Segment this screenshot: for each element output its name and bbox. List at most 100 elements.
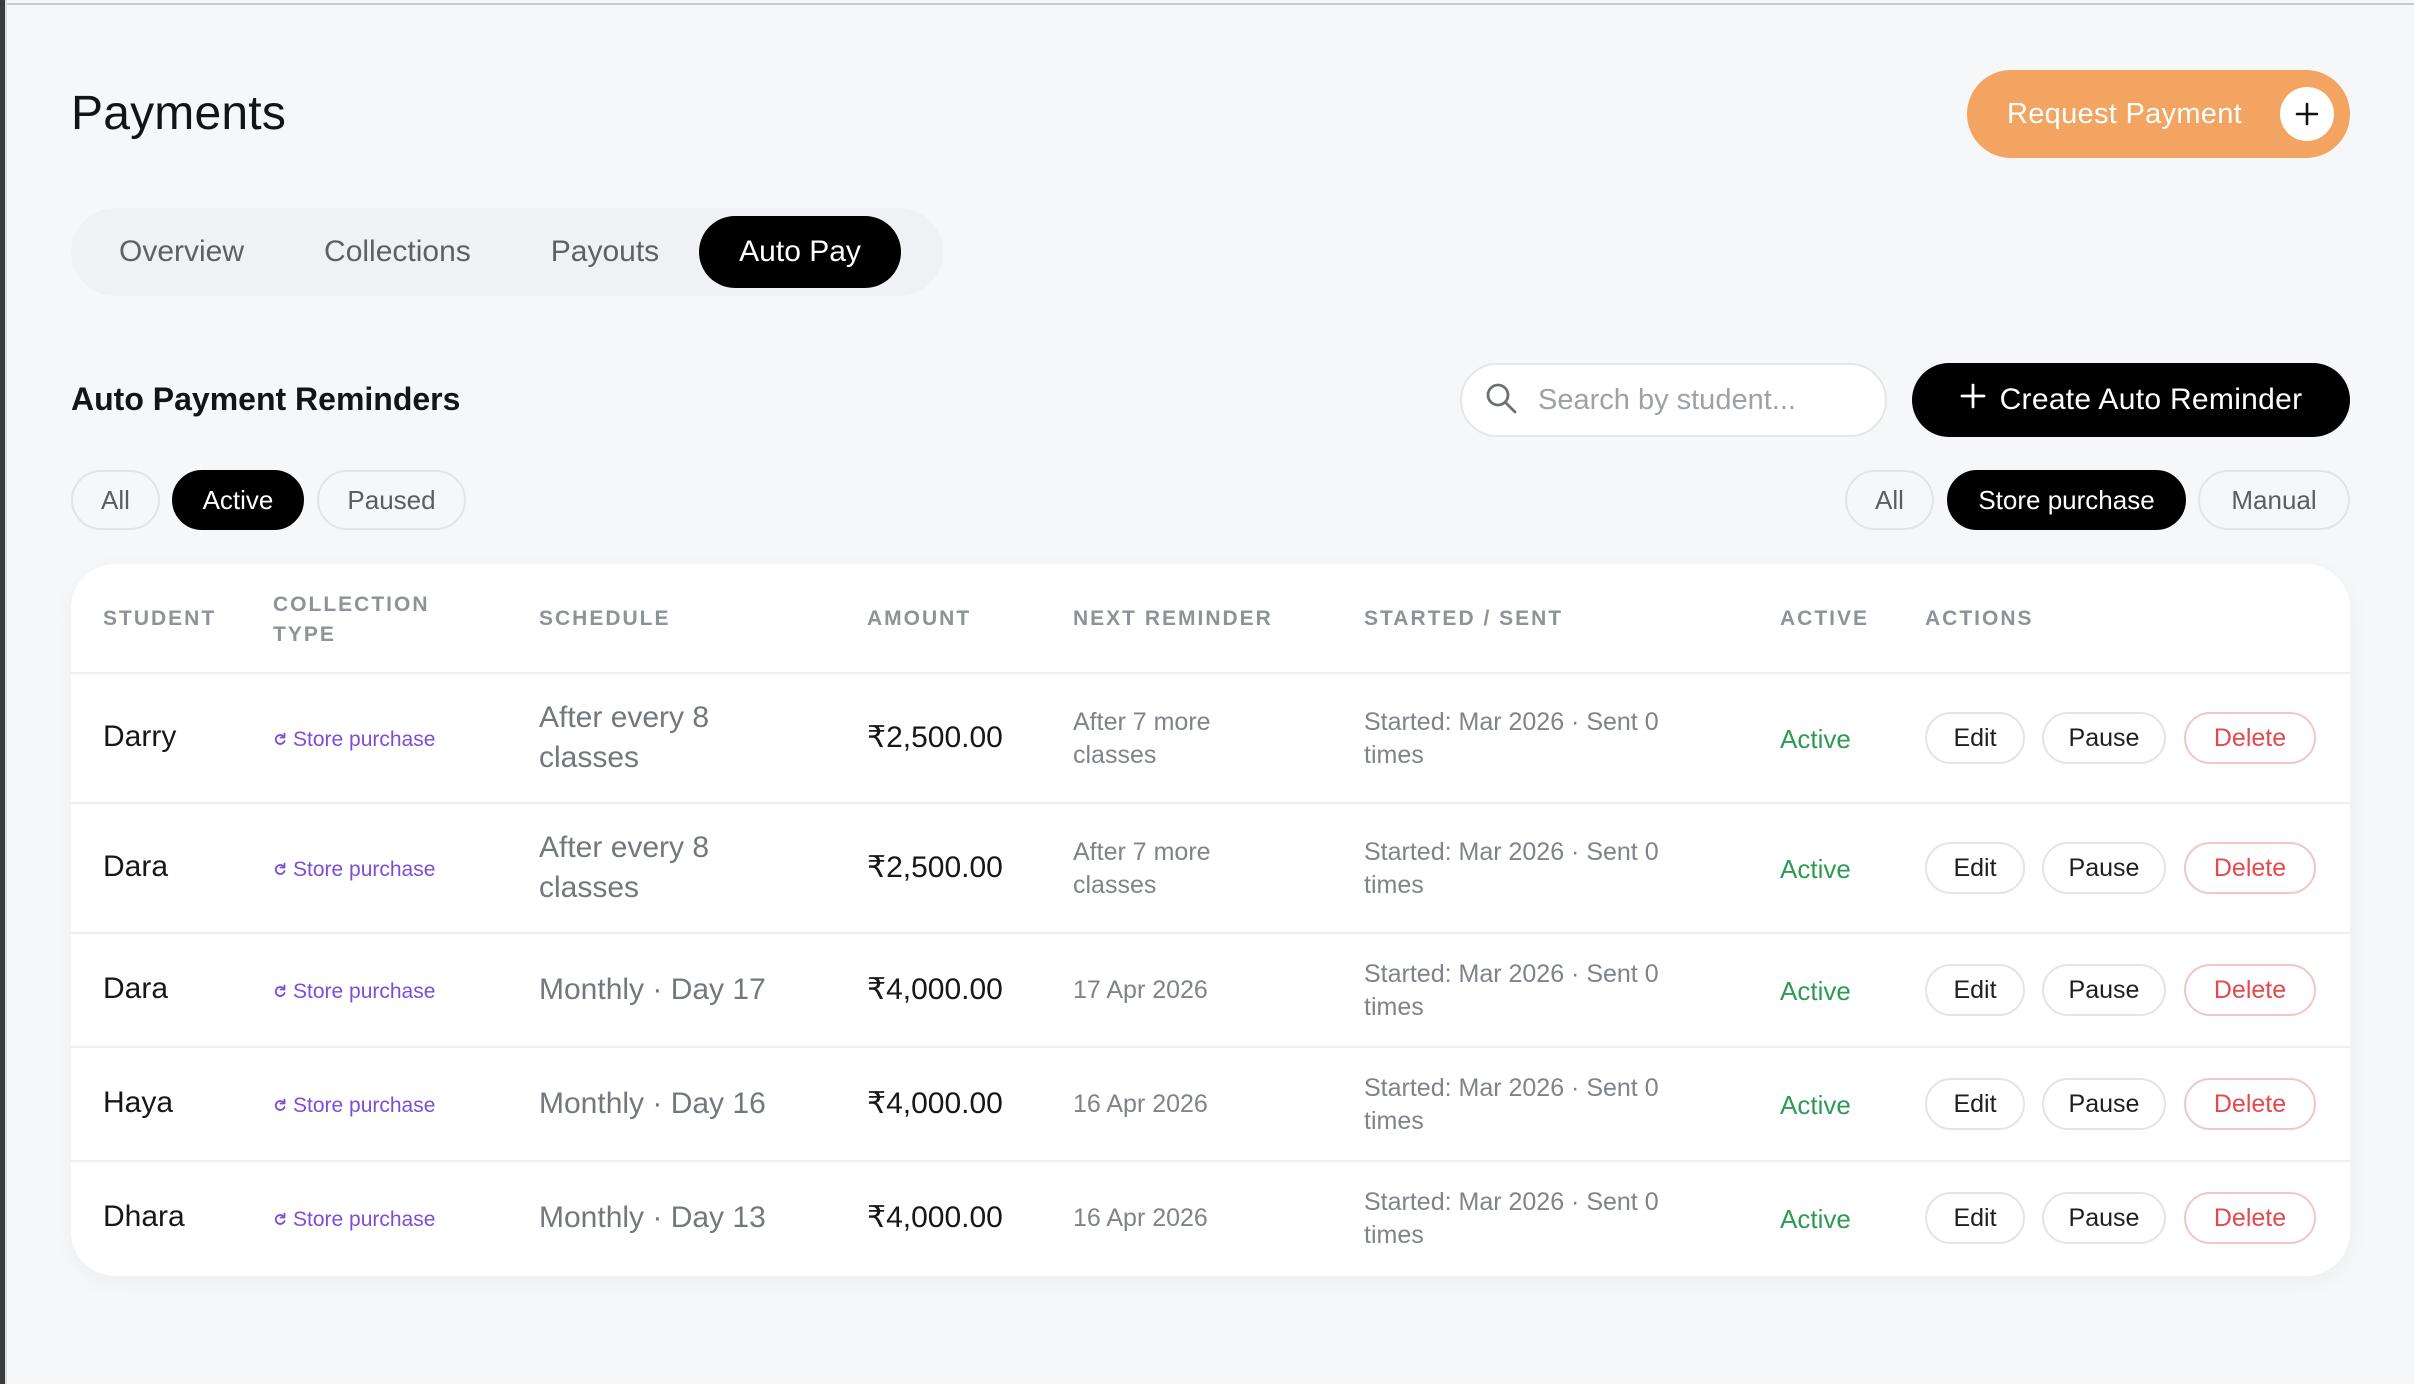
plus-icon <box>2280 87 2334 141</box>
edit-label: Edit <box>1953 853 1997 882</box>
started-sent: Started: Mar 2026 · Sent 0 times <box>1364 1074 1659 1135</box>
column-header-started-sent: Started / Sent <box>1364 607 1564 630</box>
pause-button[interactable]: Pause <box>2042 964 2166 1016</box>
status-filter-all[interactable]: All <box>71 470 160 530</box>
amount: ₹4,000.00 <box>867 1201 1003 1234</box>
page-title: Payments <box>71 87 287 140</box>
delete-button[interactable]: Delete <box>2184 842 2316 894</box>
edit-label: Edit <box>1953 723 1997 752</box>
type-filter-store-purchase[interactable]: Store purchase <box>1947 470 2186 530</box>
amount: ₹2,500.00 <box>867 851 1003 884</box>
status-filter-paused[interactable]: Paused <box>317 470 466 530</box>
collection-type: Store purchase <box>273 980 435 1004</box>
status-badge: Active <box>1780 724 1851 754</box>
next-reminder: 17 Apr 2026 <box>1073 976 1208 1004</box>
request-payment-label: Request Payment <box>2007 97 2243 130</box>
tab-overview[interactable]: Overview <box>79 216 284 288</box>
delete-button[interactable]: Delete <box>2184 712 2316 764</box>
filter-label: Store purchase <box>1978 484 2155 515</box>
pause-button[interactable]: Pause <box>2042 1192 2166 1244</box>
refresh-icon <box>273 858 287 882</box>
column-header-student: Student <box>103 607 217 630</box>
student-name: Dhara <box>103 1200 185 1233</box>
type-filter-all[interactable]: All <box>1845 470 1934 530</box>
started-sent: Started: Mar 2026 · Sent 0 times <box>1364 838 1659 899</box>
collection-type-label: Store purchase <box>293 728 436 751</box>
collection-type-label: Store purchase <box>293 1094 436 1117</box>
pause-label: Pause <box>2068 853 2140 882</box>
edit-label: Edit <box>1953 1089 1997 1118</box>
student-name: Dara <box>103 972 169 1005</box>
schedule: Monthly · Day 13 <box>539 1201 766 1234</box>
column-header-active: Active <box>1780 607 1870 630</box>
edit-label: Edit <box>1953 1203 1997 1232</box>
table-row: Darry Store purchase After every 8 class… <box>71 674 2350 804</box>
tab-label: Payouts <box>550 235 660 268</box>
request-payment-button[interactable]: Request Payment <box>1967 70 2350 158</box>
window-top-border <box>0 0 2414 5</box>
delete-label: Delete <box>2213 975 2287 1004</box>
schedule: Monthly · Day 17 <box>539 973 766 1006</box>
window-left-edge-highlight <box>5 0 7 1384</box>
student-name: Darry <box>103 720 177 753</box>
schedule: After every 8 classes <box>539 701 710 774</box>
collection-type-label: Store purchase <box>293 858 436 881</box>
auto-reminders-table: Student Collection Type Schedule Amount … <box>71 564 2350 1276</box>
delete-button[interactable]: Delete <box>2184 1192 2316 1244</box>
edit-label: Edit <box>1953 975 1997 1004</box>
delete-button[interactable]: Delete <box>2184 964 2316 1016</box>
student-name: Dara <box>103 850 169 883</box>
filter-label: All <box>101 484 130 515</box>
create-auto-reminder-label: Create Auto Reminder <box>1999 383 2303 416</box>
collection-type: Store purchase <box>273 858 435 882</box>
tab-label: Collections <box>324 235 471 268</box>
filter-label: Manual <box>2231 484 2317 515</box>
edit-button[interactable]: Edit <box>1925 964 2025 1016</box>
edit-button[interactable]: Edit <box>1925 1078 2025 1130</box>
column-header-next-reminder: Next Reminder <box>1073 607 1273 630</box>
next-reminder: 16 Apr 2026 <box>1073 1204 1208 1232</box>
status-filter-active[interactable]: Active <box>172 470 304 530</box>
pause-button[interactable]: Pause <box>2042 712 2166 764</box>
amount: ₹2,500.00 <box>867 721 1003 754</box>
column-header-actions: Actions <box>1925 607 2034 630</box>
column-header-schedule: Schedule <box>539 607 671 630</box>
collection-type: Store purchase <box>273 1208 435 1232</box>
filter-label: All <box>1875 484 1904 515</box>
tab-collections[interactable]: Collections <box>284 216 511 288</box>
pause-label: Pause <box>2068 723 2140 752</box>
collection-type-label: Store purchase <box>293 1208 436 1231</box>
amount: ₹4,000.00 <box>867 1087 1003 1120</box>
filter-label: Active <box>202 484 274 515</box>
column-header-collection-type: Collection Type <box>273 593 430 646</box>
delete-label: Delete <box>2213 723 2287 752</box>
schedule: After every 8 classes <box>539 831 710 904</box>
refresh-icon <box>273 1094 287 1118</box>
status-badge: Active <box>1780 1204 1851 1234</box>
table-row: Haya Store purchase Monthly · Day 16 ₹4,… <box>71 1048 2350 1162</box>
refresh-icon <box>273 980 287 1004</box>
next-reminder: 16 Apr 2026 <box>1073 1090 1208 1118</box>
next-reminder: After 7 more classes <box>1073 838 1211 899</box>
pause-label: Pause <box>2068 1089 2140 1118</box>
tab-payouts[interactable]: Payouts <box>511 216 699 288</box>
amount: ₹4,000.00 <box>867 973 1003 1006</box>
edit-button[interactable]: Edit <box>1925 842 2025 894</box>
payments-tabs: Overview Collections Payouts Auto Pay <box>71 208 943 296</box>
refresh-icon <box>273 728 287 752</box>
delete-label: Delete <box>2213 1089 2287 1118</box>
refresh-icon <box>273 1208 287 1232</box>
delete-button[interactable]: Delete <box>2184 1078 2316 1130</box>
edit-button[interactable]: Edit <box>1925 1192 2025 1244</box>
create-auto-reminder-button[interactable]: Create Auto Reminder <box>1912 363 2350 437</box>
search-input[interactable] <box>1538 383 1858 417</box>
next-reminder: After 7 more classes <box>1073 708 1211 769</box>
student-name: Haya <box>103 1086 174 1119</box>
type-filter-manual[interactable]: Manual <box>2198 470 2350 530</box>
delete-label: Delete <box>2213 853 2287 882</box>
tab-auto-pay[interactable]: Auto Pay <box>699 216 901 288</box>
status-badge: Active <box>1780 854 1851 884</box>
pause-button[interactable]: Pause <box>2042 1078 2166 1130</box>
pause-button[interactable]: Pause <box>2042 842 2166 894</box>
edit-button[interactable]: Edit <box>1925 712 2025 764</box>
